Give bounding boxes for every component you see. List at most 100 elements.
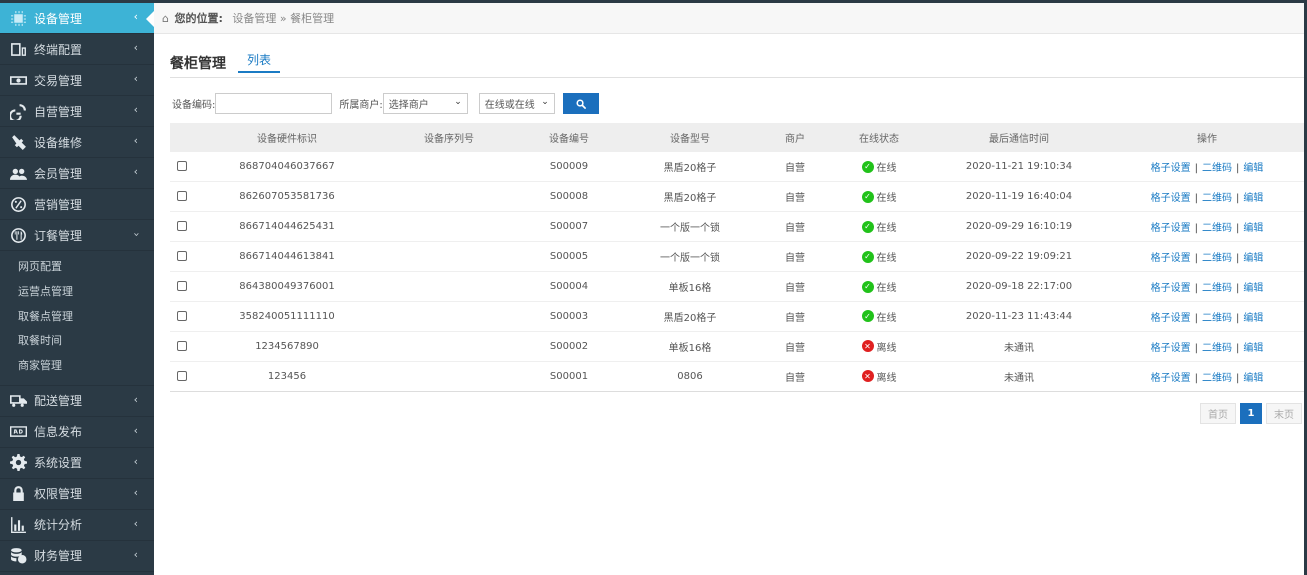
merchant-cell: 自营 [760,361,830,392]
row-checkbox[interactable] [177,251,187,262]
sidebar-subitem-pickup-point[interactable]: 取餐点管理 [0,305,154,330]
separator: | [1194,223,1198,235]
qrcode-link[interactable]: 二维码 [1202,313,1232,324]
cell-settings-link[interactable]: 格子设置 [1151,193,1191,204]
row-checkbox[interactable] [177,161,187,172]
last-page-button[interactable]: 末页 [1266,403,1302,424]
last-comm-time-cell: 2020-09-18 22:17:00 [928,271,1110,302]
status-badge: ✓ 在线 [861,279,897,294]
sidebar-item-marketing[interactable]: 营销管理 [0,189,154,220]
cell-settings-link[interactable]: 格子设置 [1151,163,1191,174]
merchant-cell: 自营 [760,301,830,332]
sidebar-item-permissions[interactable]: 权限管理 ‹ [0,479,154,510]
merchant-select[interactable]: 选择商户 ⌄ [382,93,468,114]
separator: | [1236,283,1240,294]
row-checkbox[interactable] [177,281,187,291]
edit-link[interactable]: 编辑 [1243,313,1263,324]
status-cell: ✕ 离线 [830,361,928,392]
qrcode-link[interactable]: 二维码 [1202,253,1232,264]
status-select[interactable]: 在线或在线 ⌄ [478,93,555,114]
cell-settings-link[interactable]: 格子设置 [1151,223,1191,234]
fork-knife-icon [9,226,27,244]
breadcrumb-path[interactable]: 设备管理 » 餐柜管理 [232,12,334,25]
separator: | [1236,193,1240,205]
edit-link[interactable]: 编辑 [1243,163,1263,174]
row-checkbox[interactable] [177,370,187,381]
edit-link[interactable]: 编辑 [1243,373,1263,384]
check-circle-icon: ✓ [861,160,874,173]
chip-icon [9,9,27,27]
row-checkbox[interactable] [177,310,187,321]
sidebar-item-label: 配送管理 [34,394,83,409]
sidebar-item-system-settings[interactable]: 系统设置 ‹ [0,448,154,479]
qrcode-link[interactable]: 二维码 [1202,223,1232,234]
finance-icon [9,547,27,565]
chevron-left-icon: ‹ [133,134,138,147]
device-code-input[interactable] [215,93,333,114]
row-checkbox[interactable] [177,191,187,202]
sidebar-item-delivery[interactable]: 配送管理 ‹ [0,386,154,417]
sidebar-item-label: 设备管理 [34,11,83,26]
last-comm-time-cell: 未通讯 [928,361,1110,392]
cell-settings-link[interactable]: 格子设置 [1151,373,1191,384]
separator: | [1194,312,1198,324]
qrcode-link[interactable]: 二维码 [1202,163,1232,174]
edit-link[interactable]: 编辑 [1243,193,1263,204]
hardware-id-cell: 1234567890 [194,331,380,362]
gear-icon [9,454,27,472]
sidebar-item-label: 交易管理 [34,73,83,88]
merchant-cell: 自营 [760,271,830,302]
sidebar-item-device-management[interactable]: 设备管理 ‹ [0,3,154,34]
row-checkbox-cell [170,181,194,213]
sidebar-item-statistics[interactable]: 统计分析 ‹ [0,510,154,541]
sidebar-item-finance[interactable]: 财务管理 ‹ [0,541,154,572]
sidebar-subitem-web-config[interactable]: 网页配置 [0,255,154,280]
sidebar-item-transaction[interactable]: 交易管理 ‹ [0,65,154,96]
sidebar-item-info-publish[interactable]: 信息发布 ‹ [0,417,154,448]
sidebar-subitem-merchant[interactable]: 商家管理 [0,354,154,379]
tab-list[interactable]: 列表 [238,51,281,73]
row-checkbox-cell [170,361,194,392]
serial-cell [380,331,518,362]
edit-link[interactable]: 编辑 [1243,223,1263,234]
sidebar-item-self-operated[interactable]: 自营管理 ‹ [0,96,154,127]
edit-link[interactable]: 编辑 [1243,343,1263,354]
first-page-button[interactable]: 首页 [1200,403,1236,424]
last-comm-time-cell: 2020-11-23 11:43:44 [928,301,1110,332]
sidebar-item-terminal-config[interactable]: 终端配置 ‹ [0,34,154,65]
separator: | [1194,283,1198,294]
qrcode-link[interactable]: 二维码 [1202,343,1232,354]
hardware-id-cell: 866714044613841 [194,241,380,273]
cell-settings-link[interactable]: 格子设置 [1151,283,1191,294]
cell-settings-link[interactable]: 格子设置 [1151,253,1191,264]
sidebar: 设备管理 ‹ 终端配置 ‹ 交易管理 ‹ 自营管理 ‹ 设备维修 ‹ 会员管理 … [0,3,154,575]
x-circle-icon: ✕ [861,340,874,353]
model-cell: 黑盾20格子 [620,181,760,213]
sidebar-subitem-pickup-time[interactable]: 取餐时间 [0,329,154,354]
qrcode-link[interactable]: 二维码 [1202,193,1232,204]
sidebar-item-label: 权限管理 [34,487,83,502]
sidebar-item-label: 营销管理 [34,197,83,212]
sidebar-item-members[interactable]: 会员管理 ‹ [0,158,154,189]
status-text: 在线 [876,193,897,205]
status-cell: ✕ 离线 [830,331,928,362]
qrcode-link[interactable]: 二维码 [1202,373,1232,384]
cell-settings-link[interactable]: 格子设置 [1151,313,1191,324]
column-header: 商户 [760,123,830,152]
edit-link[interactable]: 编辑 [1243,253,1263,264]
check-circle-icon: ✓ [861,190,874,203]
sidebar-item-device-repair[interactable]: 设备维修 ‹ [0,127,154,158]
search-button[interactable] [562,93,599,114]
column-header: 设备型号 [620,123,760,152]
edit-link[interactable]: 编辑 [1243,283,1263,294]
row-checkbox[interactable] [177,340,187,351]
qrcode-link[interactable]: 二维码 [1202,283,1232,294]
status-badge: ✕ 离线 [861,369,897,384]
page-1-button[interactable]: 1 [1240,403,1262,424]
truck-icon [9,392,27,410]
cell-settings-link[interactable]: 格子设置 [1151,343,1191,354]
sidebar-item-ordering[interactable]: 订餐管理 ‹ [0,220,154,251]
breadcrumb-label: 您的位置: [174,12,223,25]
row-checkbox[interactable] [177,221,187,232]
sidebar-subitem-operation-point[interactable]: 运营点管理 [0,280,154,305]
